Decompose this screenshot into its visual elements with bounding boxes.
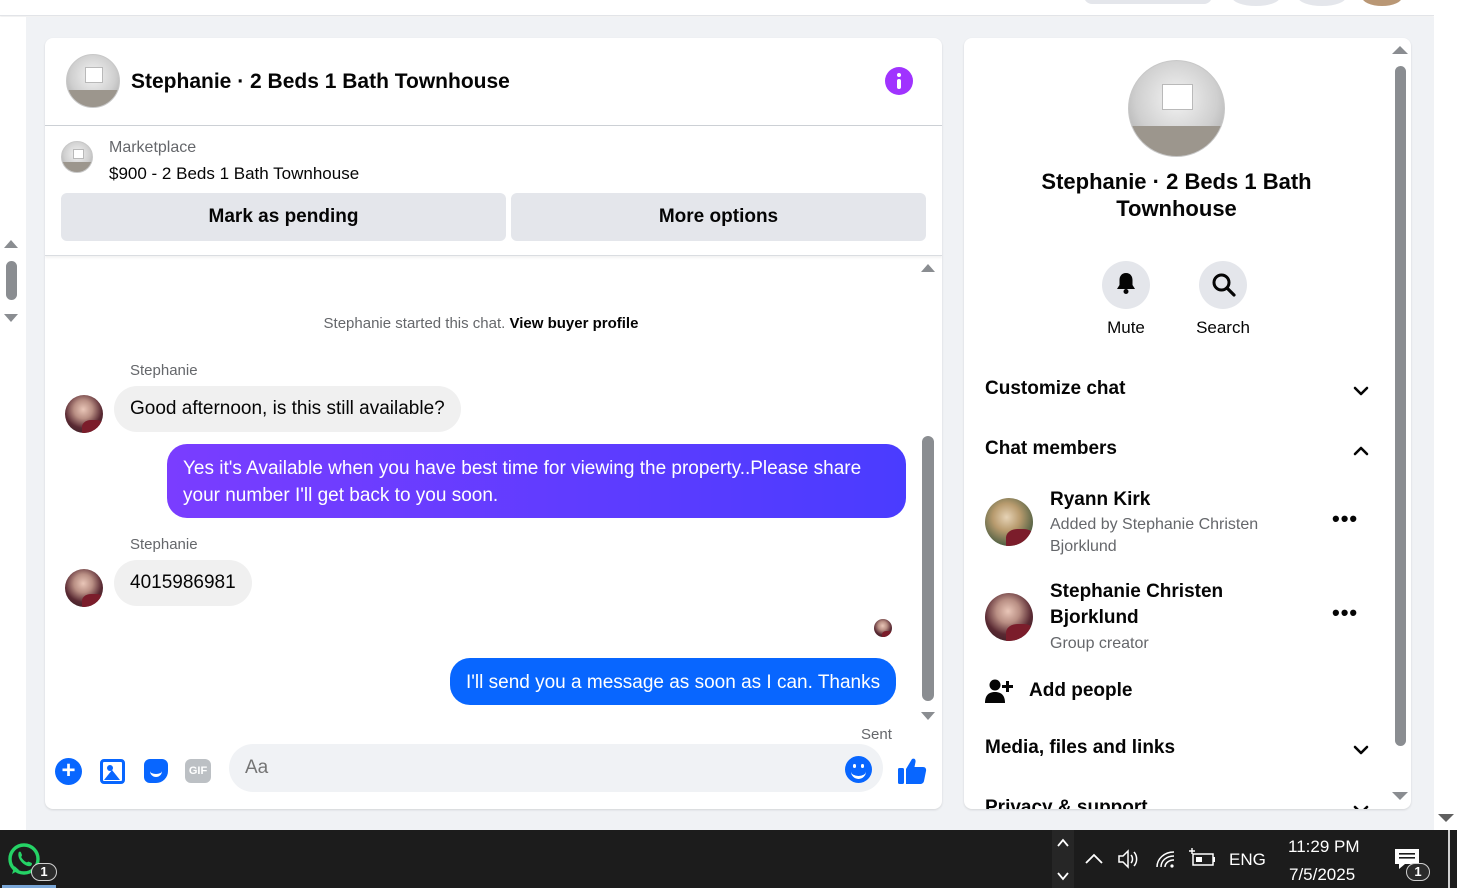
message-bubble-incoming[interactable]: Good afternoon, is this still available? bbox=[114, 386, 461, 432]
info-scroll-up-arrow[interactable] bbox=[1392, 46, 1408, 54]
member-avatar[interactable] bbox=[985, 498, 1033, 546]
sticker-icon[interactable] bbox=[144, 759, 168, 783]
chevron-down-icon bbox=[1353, 745, 1369, 755]
seen-by-avatar bbox=[874, 619, 892, 637]
privacy-support-row[interactable]: Privacy & support bbox=[985, 797, 1370, 809]
messages-scroll-up-arrow[interactable] bbox=[921, 264, 935, 272]
chat-members-row[interactable]: Chat members bbox=[985, 438, 1370, 468]
left-scrollbar-thumb[interactable] bbox=[6, 261, 17, 300]
page-scroll-down-arrow[interactable] bbox=[1438, 814, 1454, 822]
messages-scrollbar-thumb[interactable] bbox=[922, 436, 934, 701]
profile-avatar[interactable] bbox=[1362, 0, 1402, 6]
emoji-icon[interactable] bbox=[845, 756, 872, 783]
bell-icon bbox=[1117, 273, 1135, 294]
message-bubble-outgoing[interactable]: I'll send you a message as soon as I can… bbox=[450, 658, 897, 705]
member-name[interactable]: Ryann Kirk bbox=[1050, 487, 1290, 513]
wifi-icon[interactable] bbox=[1154, 847, 1178, 871]
show-hidden-icons-icon[interactable] bbox=[1082, 847, 1106, 871]
chevron-down-icon[interactable] bbox=[1057, 871, 1069, 881]
member-name[interactable]: Stephanie Christen Bjorklund bbox=[1050, 579, 1290, 631]
clock-date[interactable]: 7/5/2025 bbox=[1289, 865, 1355, 885]
mute-label: Mute bbox=[1107, 318, 1145, 337]
privacy-support-label: Privacy & support bbox=[985, 797, 1148, 809]
language-indicator[interactable]: ENG bbox=[1229, 850, 1266, 870]
info-scrollbar-thumb[interactable] bbox=[1395, 66, 1406, 746]
view-buyer-profile-link[interactable]: View buyer profile bbox=[510, 315, 639, 332]
add-person-icon bbox=[985, 679, 1013, 703]
sender-avatar[interactable] bbox=[65, 395, 103, 433]
plus-icon[interactable]: + bbox=[55, 758, 82, 785]
gif-icon[interactable]: GIF bbox=[185, 759, 211, 783]
chat-panel: Stephanie · 2 Beds 1 Bath Townhouse Mark… bbox=[45, 38, 942, 809]
add-people-row[interactable]: Add people bbox=[985, 676, 1370, 708]
volume-icon[interactable] bbox=[1116, 847, 1140, 871]
search-label: Search bbox=[1196, 318, 1250, 337]
left-sidebar-edge bbox=[0, 17, 26, 830]
page-scrollbar[interactable] bbox=[1434, 0, 1457, 830]
chat-started-notice: Stephanie started this chat. View buyer … bbox=[45, 315, 917, 332]
sender-name: Stephanie bbox=[130, 536, 198, 553]
top-navigation-strip bbox=[0, 0, 1434, 16]
search-button[interactable] bbox=[1199, 261, 1247, 309]
notification-badge: 1 bbox=[1406, 863, 1430, 881]
info-chat-title: Stephanie · 2 Beds 1 Bath Townhouse bbox=[1041, 169, 1312, 221]
more-icon[interactable]: ••• bbox=[1332, 600, 1358, 626]
listing-thumbnail[interactable] bbox=[61, 141, 93, 173]
listing-title[interactable]: $900 - 2 Beds 1 Bath Townhouse bbox=[109, 164, 359, 184]
media-files-links-row[interactable]: Media, files and links bbox=[985, 737, 1370, 767]
chat-header: Stephanie · 2 Beds 1 Bath Townhouse bbox=[45, 38, 942, 126]
chevron-down-icon bbox=[1353, 386, 1369, 396]
message-composer: + GIF bbox=[45, 741, 942, 809]
windows-taskbar: 1 ENG 11:29 PM 7/5/2025 1 bbox=[0, 830, 1457, 888]
sender-avatar[interactable] bbox=[65, 569, 103, 607]
system-text: Stephanie started this chat. bbox=[323, 315, 506, 332]
chat-avatar[interactable] bbox=[66, 54, 120, 108]
message-list: Stephanie started this chat. View buyer … bbox=[45, 257, 942, 743]
whatsapp-badge: 1 bbox=[31, 863, 57, 881]
menu-button[interactable] bbox=[1232, 0, 1280, 6]
member-subtitle: Group creator bbox=[1050, 635, 1149, 652]
mute-button[interactable] bbox=[1102, 261, 1150, 309]
message-bubble-outgoing[interactable]: Yes it's Available when you have best ti… bbox=[167, 444, 906, 518]
sender-name: Stephanie bbox=[130, 362, 198, 379]
more-options-button[interactable]: More options bbox=[511, 193, 926, 241]
left-scroll-down-arrow[interactable] bbox=[4, 314, 18, 322]
marketplace-listing-box: Marketplace $900 - 2 Beds 1 Bath Townhou… bbox=[45, 127, 942, 256]
thumbs-up-icon[interactable] bbox=[896, 755, 928, 787]
message-bubble-incoming[interactable]: 4015986981 bbox=[114, 560, 252, 606]
chat-title[interactable]: Stephanie · 2 Beds 1 Bath Townhouse bbox=[131, 70, 510, 94]
info-chat-avatar[interactable] bbox=[1128, 60, 1225, 157]
search-icon bbox=[1212, 273, 1236, 297]
customize-chat-row[interactable]: Customize chat bbox=[985, 378, 1370, 408]
message-input[interactable] bbox=[229, 744, 883, 792]
chevron-up-icon[interactable] bbox=[1057, 838, 1069, 848]
add-people-label: Add people bbox=[1029, 680, 1133, 701]
marketplace-label: Marketplace bbox=[109, 139, 197, 156]
image-icon[interactable] bbox=[100, 759, 125, 784]
clock-time[interactable]: 11:29 PM bbox=[1288, 837, 1360, 857]
messenger-button[interactable] bbox=[1298, 0, 1346, 6]
info-scroll-down-arrow[interactable] bbox=[1392, 792, 1408, 800]
chevron-up-icon bbox=[1353, 446, 1369, 456]
chat-info-panel: Stephanie · 2 Beds 1 Bath Townhouse Mute… bbox=[964, 38, 1411, 809]
media-files-links-label: Media, files and links bbox=[985, 737, 1176, 758]
chat-members-label: Chat members bbox=[985, 438, 1117, 459]
chevron-down-icon bbox=[1353, 805, 1369, 809]
messages-scroll-down-arrow[interactable] bbox=[921, 712, 935, 720]
search-pill[interactable] bbox=[1084, 0, 1212, 4]
member-subtitle: Added by Stephanie Christen Bjorklund bbox=[1050, 516, 1259, 555]
taskbar-scroll-arrows[interactable] bbox=[1052, 830, 1074, 888]
battery-icon[interactable] bbox=[1188, 847, 1216, 871]
show-desktop-button[interactable] bbox=[1448, 830, 1450, 888]
more-icon[interactable]: ••• bbox=[1332, 506, 1358, 532]
member-avatar[interactable] bbox=[985, 593, 1033, 641]
customize-chat-label: Customize chat bbox=[985, 378, 1126, 399]
info-icon[interactable] bbox=[885, 67, 913, 95]
mark-as-pending-button[interactable]: Mark as pending bbox=[61, 193, 506, 241]
left-scroll-up-arrow[interactable] bbox=[4, 240, 18, 248]
